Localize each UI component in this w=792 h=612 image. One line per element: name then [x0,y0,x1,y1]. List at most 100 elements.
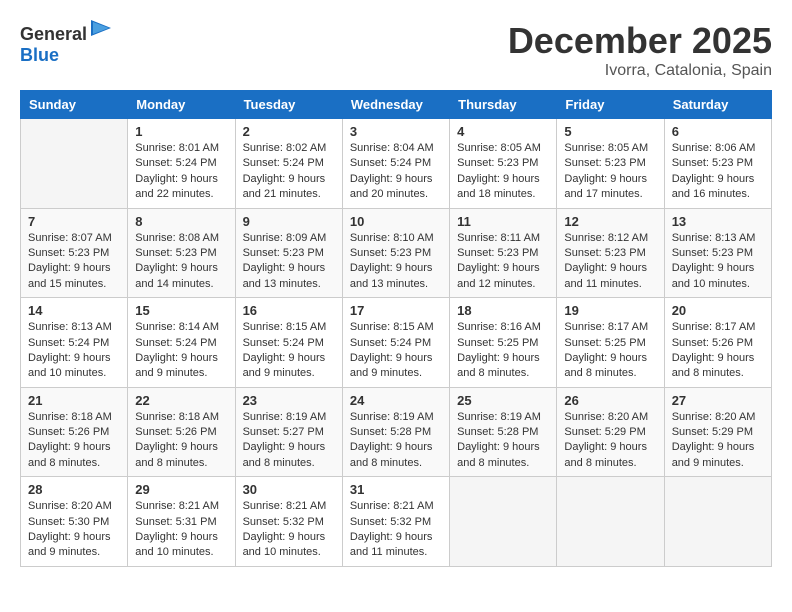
calendar-week-row: 14 Sunrise: 8:13 AMSunset: 5:24 PMDayligh… [21,298,772,388]
calendar-day-cell: 20 Sunrise: 8:17 AMSunset: 5:26 PMDayligh… [664,298,771,388]
day-number: 21 [28,393,120,408]
day-number: 27 [672,393,764,408]
weekday-header-cell: Sunday [21,91,128,119]
day-info: Sunrise: 8:19 AMSunset: 5:28 PMDaylight:… [350,410,442,472]
day-number: 12 [564,214,656,229]
day-number: 7 [28,214,120,229]
day-number: 17 [350,303,442,318]
calendar-week-row: 28Sunrise: 8:20 AMSunset: 5:30 PMDayligh… [21,477,772,567]
month-title: December 2025 [508,20,772,62]
weekday-header-cell: Wednesday [342,91,449,119]
day-number: 23 [243,393,335,408]
calendar-day-cell [664,477,771,567]
day-info: Sunrise: 8:18 AMSunset: 5:26 PMDaylight:… [28,410,120,472]
day-info: Sunrise: 8:18 AMSunset: 5:26 PMDaylight:… [135,410,227,472]
day-info: Sunrise: 8:13 AMSunset: 5:24 PMDaylight:… [28,320,120,382]
calendar-day-cell: 10Sunrise: 8:10 AMSunset: 5:23 PMDayligh… [342,208,449,298]
day-number: 5 [564,124,656,139]
calendar-day-cell: 18 Sunrise: 8:16 AMSunset: 5:25 PMDayligh… [450,298,557,388]
calendar-day-cell: 17 Sunrise: 8:15 AMSunset: 5:24 PMDayligh… [342,298,449,388]
calendar-day-cell: 14 Sunrise: 8:13 AMSunset: 5:24 PMDayligh… [21,298,128,388]
day-info: Sunrise: 8:20 AMSunset: 5:29 PMDaylight:… [672,410,764,472]
day-info: Sunrise: 8:06 AMSunset: 5:23 PMDaylight:… [672,141,764,203]
logo: General Blue [20,20,113,66]
calendar-day-cell: 9 Sunrise: 8:09 AMSunset: 5:23 PMDaylight… [235,208,342,298]
day-info: Sunrise: 8:19 AMSunset: 5:27 PMDaylight:… [243,410,335,472]
day-number: 14 [28,303,120,318]
day-info: Sunrise: 8:05 AMSunset: 5:23 PMDaylight:… [457,141,549,203]
calendar-day-cell: 4 Sunrise: 8:05 AMSunset: 5:23 PMDaylight… [450,119,557,209]
calendar-day-cell: 2 Sunrise: 8:02 AMSunset: 5:24 PMDaylight… [235,119,342,209]
day-info: Sunrise: 8:20 AMSunset: 5:30 PMDaylight:… [28,499,120,561]
day-number: 22 [135,393,227,408]
day-info: Sunrise: 8:21 AMSunset: 5:32 PMDaylight:… [350,499,442,561]
day-number: 3 [350,124,442,139]
title-area: December 2025 Ivorra, Catalonia, Spain [508,20,772,80]
calendar-day-cell: 21 Sunrise: 8:18 AMSunset: 5:26 PMDayligh… [21,387,128,477]
day-number: 2 [243,124,335,139]
day-info: Sunrise: 8:01 AMSunset: 5:24 PMDaylight:… [135,141,227,203]
day-number: 30 [243,482,335,497]
logo-general: General [20,24,87,44]
calendar-day-cell [557,477,664,567]
day-number: 13 [672,214,764,229]
weekday-header-cell: Thursday [450,91,557,119]
day-number: 8 [135,214,227,229]
day-info: Sunrise: 8:02 AMSunset: 5:24 PMDaylight:… [243,141,335,203]
weekday-header-cell: Saturday [664,91,771,119]
calendar-day-cell: 27 Sunrise: 8:20 AMSunset: 5:29 PMDayligh… [664,387,771,477]
calendar-week-row: 7Sunrise: 8:07 AMSunset: 5:23 PMDaylight… [21,208,772,298]
calendar-day-cell: 31 Sunrise: 8:21 AMSunset: 5:32 PMDayligh… [342,477,449,567]
weekday-header-cell: Friday [557,91,664,119]
calendar: SundayMondayTuesdayWednesdayThursdayFrid… [20,90,772,567]
location-subtitle: Ivorra, Catalonia, Spain [508,62,772,80]
calendar-day-cell: 16Sunrise: 8:15 AMSunset: 5:24 PMDayligh… [235,298,342,388]
calendar-day-cell: 28Sunrise: 8:20 AMSunset: 5:30 PMDayligh… [21,477,128,567]
day-number: 4 [457,124,549,139]
day-number: 11 [457,214,549,229]
calendar-day-cell: 22 Sunrise: 8:18 AMSunset: 5:26 PMDayligh… [128,387,235,477]
calendar-day-cell: 5 Sunrise: 8:05 AMSunset: 5:23 PMDaylight… [557,119,664,209]
calendar-day-cell [21,119,128,209]
calendar-day-cell: 3Sunrise: 8:04 AMSunset: 5:24 PMDaylight… [342,119,449,209]
calendar-week-row: 1Sunrise: 8:01 AMSunset: 5:24 PMDaylight… [21,119,772,209]
day-info: Sunrise: 8:19 AMSunset: 5:28 PMDaylight:… [457,410,549,472]
weekday-header-row: SundayMondayTuesdayWednesdayThursdayFrid… [21,91,772,119]
day-info: Sunrise: 8:05 AMSunset: 5:23 PMDaylight:… [564,141,656,203]
calendar-body: 1Sunrise: 8:01 AMSunset: 5:24 PMDaylight… [21,119,772,567]
day-info: Sunrise: 8:21 AMSunset: 5:31 PMDaylight:… [135,499,227,561]
day-number: 29 [135,482,227,497]
calendar-day-cell: 6Sunrise: 8:06 AMSunset: 5:23 PMDaylight… [664,119,771,209]
calendar-day-cell: 30Sunrise: 8:21 AMSunset: 5:32 PMDayligh… [235,477,342,567]
calendar-day-cell: 26Sunrise: 8:20 AMSunset: 5:29 PMDayligh… [557,387,664,477]
day-number: 15 [135,303,227,318]
day-info: Sunrise: 8:08 AMSunset: 5:23 PMDaylight:… [135,231,227,293]
day-info: Sunrise: 8:15 AMSunset: 5:24 PMDaylight:… [350,320,442,382]
day-number: 24 [350,393,442,408]
day-info: Sunrise: 8:17 AMSunset: 5:26 PMDaylight:… [672,320,764,382]
calendar-day-cell: 13Sunrise: 8:13 AMSunset: 5:23 PMDayligh… [664,208,771,298]
calendar-day-cell: 8 Sunrise: 8:08 AMSunset: 5:23 PMDaylight… [128,208,235,298]
day-info: Sunrise: 8:16 AMSunset: 5:25 PMDaylight:… [457,320,549,382]
calendar-day-cell: 1Sunrise: 8:01 AMSunset: 5:24 PMDaylight… [128,119,235,209]
calendar-day-cell [450,477,557,567]
day-info: Sunrise: 8:17 AMSunset: 5:25 PMDaylight:… [564,320,656,382]
day-info: Sunrise: 8:09 AMSunset: 5:23 PMDaylight:… [243,231,335,293]
logo-blue: Blue [20,45,59,65]
day-info: Sunrise: 8:20 AMSunset: 5:29 PMDaylight:… [564,410,656,472]
calendar-day-cell: 7Sunrise: 8:07 AMSunset: 5:23 PMDaylight… [21,208,128,298]
day-number: 9 [243,214,335,229]
day-info: Sunrise: 8:12 AMSunset: 5:23 PMDaylight:… [564,231,656,293]
calendar-day-cell: 24 Sunrise: 8:19 AMSunset: 5:28 PMDayligh… [342,387,449,477]
calendar-day-cell: 19 Sunrise: 8:17 AMSunset: 5:25 PMDayligh… [557,298,664,388]
calendar-week-row: 21 Sunrise: 8:18 AMSunset: 5:26 PMDayligh… [21,387,772,477]
day-number: 31 [350,482,442,497]
day-number: 19 [564,303,656,318]
day-info: Sunrise: 8:11 AMSunset: 5:23 PMDaylight:… [457,231,549,293]
calendar-day-cell: 12 Sunrise: 8:12 AMSunset: 5:23 PMDayligh… [557,208,664,298]
header: General Blue December 2025 Ivorra, Catal… [20,20,772,80]
day-number: 18 [457,303,549,318]
day-number: 20 [672,303,764,318]
day-info: Sunrise: 8:10 AMSunset: 5:23 PMDaylight:… [350,231,442,293]
logo-flag-icon [89,20,113,40]
